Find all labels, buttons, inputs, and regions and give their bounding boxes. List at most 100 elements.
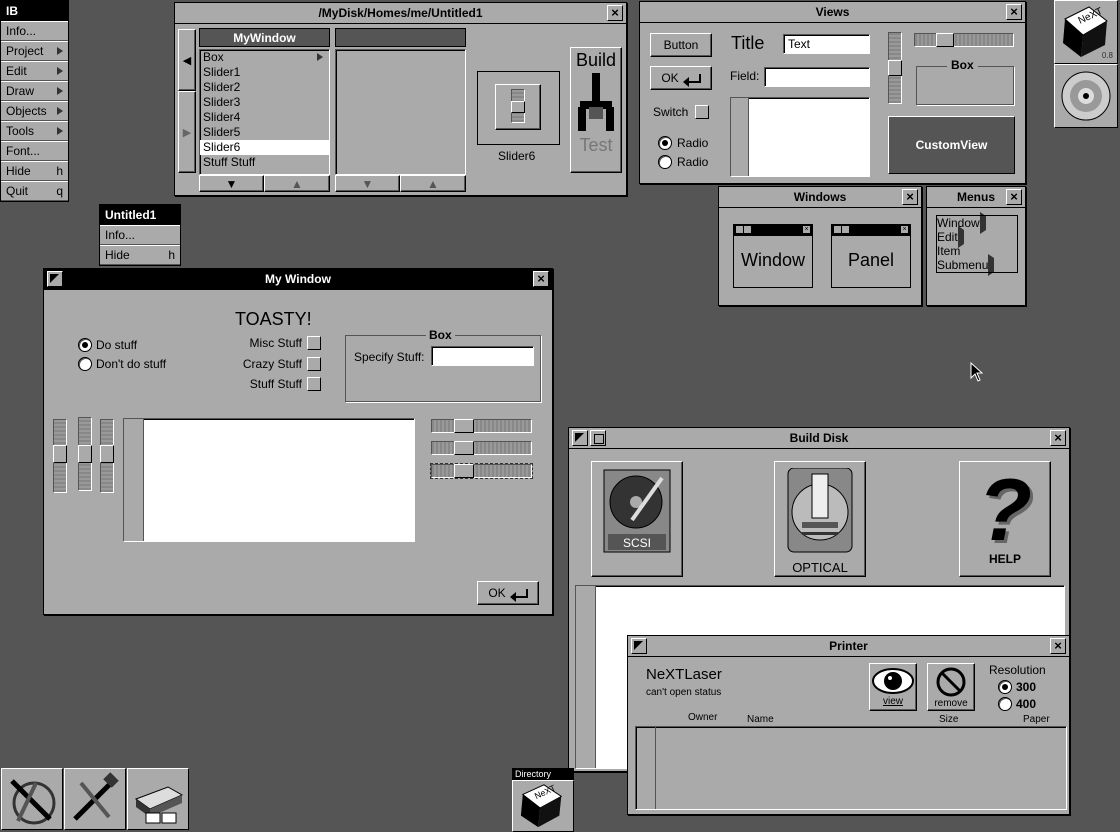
main-menu-item-draw[interactable]: Draw — [1, 81, 68, 101]
miniaturize-icon[interactable] — [572, 430, 588, 446]
miniaturize-icon[interactable] — [631, 638, 647, 654]
menus-palette-item-submenu[interactable]: Submenu — [937, 254, 1017, 276]
browser-item[interactable]: Slider2 — [200, 80, 329, 95]
palette-horizontal-slider[interactable] — [914, 33, 1014, 47]
printer-titlebar[interactable]: Printer × — [628, 636, 1069, 657]
menus-palette: Menus × Window Edit Item Submenu — [926, 186, 1026, 306]
horizontal-slider-2-knob[interactable] — [454, 441, 474, 455]
horizontal-slider-3[interactable] — [430, 463, 533, 479]
palette-switch-checkbox[interactable] — [695, 105, 709, 119]
views-window-titlebar[interactable]: Views × — [640, 2, 1025, 23]
browser-item-label: Slider2 — [203, 80, 241, 94]
horizontal-slider-1[interactable] — [431, 419, 532, 433]
build-disk-titlebar[interactable]: Build Disk × — [569, 428, 1069, 449]
printer-dock-icon[interactable] — [127, 768, 189, 830]
print-queue-list[interactable] — [635, 726, 1067, 810]
close-icon[interactable]: × — [1050, 430, 1066, 446]
help-button[interactable]: ? HELP — [959, 461, 1051, 577]
browser-scroll-right-button[interactable]: ▶ — [178, 91, 196, 173]
close-icon[interactable]: × — [1006, 4, 1022, 20]
palette-vertical-slider-knob[interactable] — [888, 60, 902, 76]
palette-text-field[interactable]: Text — [783, 34, 870, 54]
palette-radio-1[interactable] — [658, 136, 672, 150]
palette-custom-view[interactable]: CustomView — [888, 116, 1015, 174]
specify-stuff-field[interactable] — [431, 346, 534, 366]
resolution-300-radio[interactable] — [998, 680, 1012, 694]
my-window-titlebar[interactable]: My Window × — [44, 269, 552, 290]
browser-item[interactable]: Slider5 — [200, 125, 329, 140]
palette-ok-button[interactable]: OK — [650, 66, 712, 90]
vertical-slider-2-knob[interactable] — [78, 445, 92, 463]
browser-item[interactable]: Slider6 — [200, 140, 329, 155]
menus-palette-item-window[interactable]: Window — [937, 212, 1017, 234]
windows-palette-titlebar[interactable]: Windows × — [719, 187, 921, 208]
browser-item[interactable]: Slider1 — [200, 65, 329, 80]
main-menu-item-tools[interactable]: Tools — [1, 121, 68, 141]
column-2-down-button[interactable]: ▼ — [335, 175, 400, 192]
menus-palette-item-item[interactable]: Item — [937, 244, 1017, 258]
close-icon[interactable]: × — [1006, 189, 1022, 205]
column-1-down-button[interactable]: ▼ — [199, 175, 264, 192]
next-logo-dock-icon[interactable]: NeXT 0.8 — [1054, 0, 1118, 64]
horizontal-slider-3-knob[interactable] — [454, 464, 474, 478]
optical-drive-dock-icon[interactable] — [1054, 64, 1118, 128]
horizontal-slider-1-knob[interactable] — [454, 419, 474, 433]
vertical-slider-1-knob[interactable] — [53, 445, 67, 463]
dont-do-stuff-radio[interactable] — [78, 357, 92, 371]
my-window-scroll-view[interactable] — [123, 418, 415, 542]
vertical-slider-3-knob[interactable] — [100, 445, 114, 463]
palette-horizontal-slider-knob[interactable] — [936, 33, 954, 47]
my-window-ok-button[interactable]: OK — [477, 581, 539, 605]
close-icon[interactable]: × — [607, 5, 623, 21]
palette-scroll-view[interactable] — [730, 97, 870, 177]
column-2-up-button[interactable]: ▲ — [400, 175, 466, 192]
slider-preview[interactable] — [495, 84, 541, 130]
main-menu-item-objects[interactable]: Objects — [1, 101, 68, 121]
palette-form-field[interactable] — [764, 67, 870, 87]
main-menu-item-info[interactable]: Info... — [1, 21, 68, 41]
browser-item[interactable]: Box — [200, 50, 329, 65]
untitled-menu-item-info[interactable]: Info... — [100, 225, 180, 245]
close-icon[interactable]: × — [533, 271, 549, 287]
preferences-dock-icon[interactable] — [1, 768, 63, 830]
browser-item[interactable]: Stuff Stuff — [200, 155, 329, 170]
tools-dock-icon[interactable] — [64, 768, 126, 830]
view-button[interactable]: view — [869, 663, 917, 711]
crazy-stuff-checkbox[interactable] — [307, 357, 321, 371]
misc-stuff-checkbox[interactable] — [307, 336, 321, 350]
close-icon[interactable]: × — [902, 189, 918, 205]
close-icon[interactable]: × — [1050, 638, 1066, 654]
menus-palette-titlebar[interactable]: Menus × — [927, 187, 1025, 208]
stuff-stuff-checkbox[interactable] — [307, 377, 321, 391]
main-menu-item-label: Info... — [6, 24, 37, 38]
resize-icon[interactable] — [590, 430, 606, 446]
panel-template[interactable]: × Panel — [831, 224, 911, 288]
do-stuff-radio[interactable] — [78, 338, 92, 352]
untitled-menu-title: Untitled1 — [100, 205, 180, 225]
optical-button[interactable]: OPTICAL — [774, 461, 866, 577]
browser-item[interactable]: Slider4 — [200, 110, 329, 125]
main-menu-item-font[interactable]: Font... — [1, 141, 68, 161]
miniaturize-icon[interactable] — [47, 271, 63, 287]
remove-button[interactable]: remove — [927, 663, 975, 711]
menus-palette-item-edit[interactable]: Edit — [937, 226, 1017, 248]
eye-icon — [872, 668, 914, 694]
browser-item[interactable]: Slider3 — [200, 95, 329, 110]
untitled-menu-item-hide[interactable]: Hide h — [100, 245, 180, 265]
browser-scroll-left-button[interactable]: ◀ — [178, 29, 196, 91]
build-test-button[interactable]: Build Test — [570, 47, 622, 173]
column-1-up-button[interactable]: ▲ — [264, 175, 330, 192]
main-menu-item-edit[interactable]: Edit — [1, 61, 68, 81]
palette-radio-2[interactable] — [658, 155, 672, 169]
horizontal-slider-2[interactable] — [431, 441, 532, 455]
scsi-button[interactable]: SCSI — [591, 461, 683, 577]
resolution-400-radio[interactable] — [998, 697, 1012, 711]
scsi-label: SCSI — [623, 536, 651, 550]
main-menu-item-hide[interactable]: Hide h — [1, 161, 68, 181]
project-window-titlebar[interactable]: /MyDisk/Homes/me/Untitled1 × — [175, 3, 626, 24]
directory-icon[interactable]: Directory NeXT — [512, 768, 574, 832]
main-menu-item-quit[interactable]: Quit q — [1, 181, 68, 201]
main-menu-item-project[interactable]: Project — [1, 41, 68, 61]
palette-button[interactable]: Button — [650, 33, 712, 57]
window-template[interactable]: × Window — [733, 224, 813, 288]
